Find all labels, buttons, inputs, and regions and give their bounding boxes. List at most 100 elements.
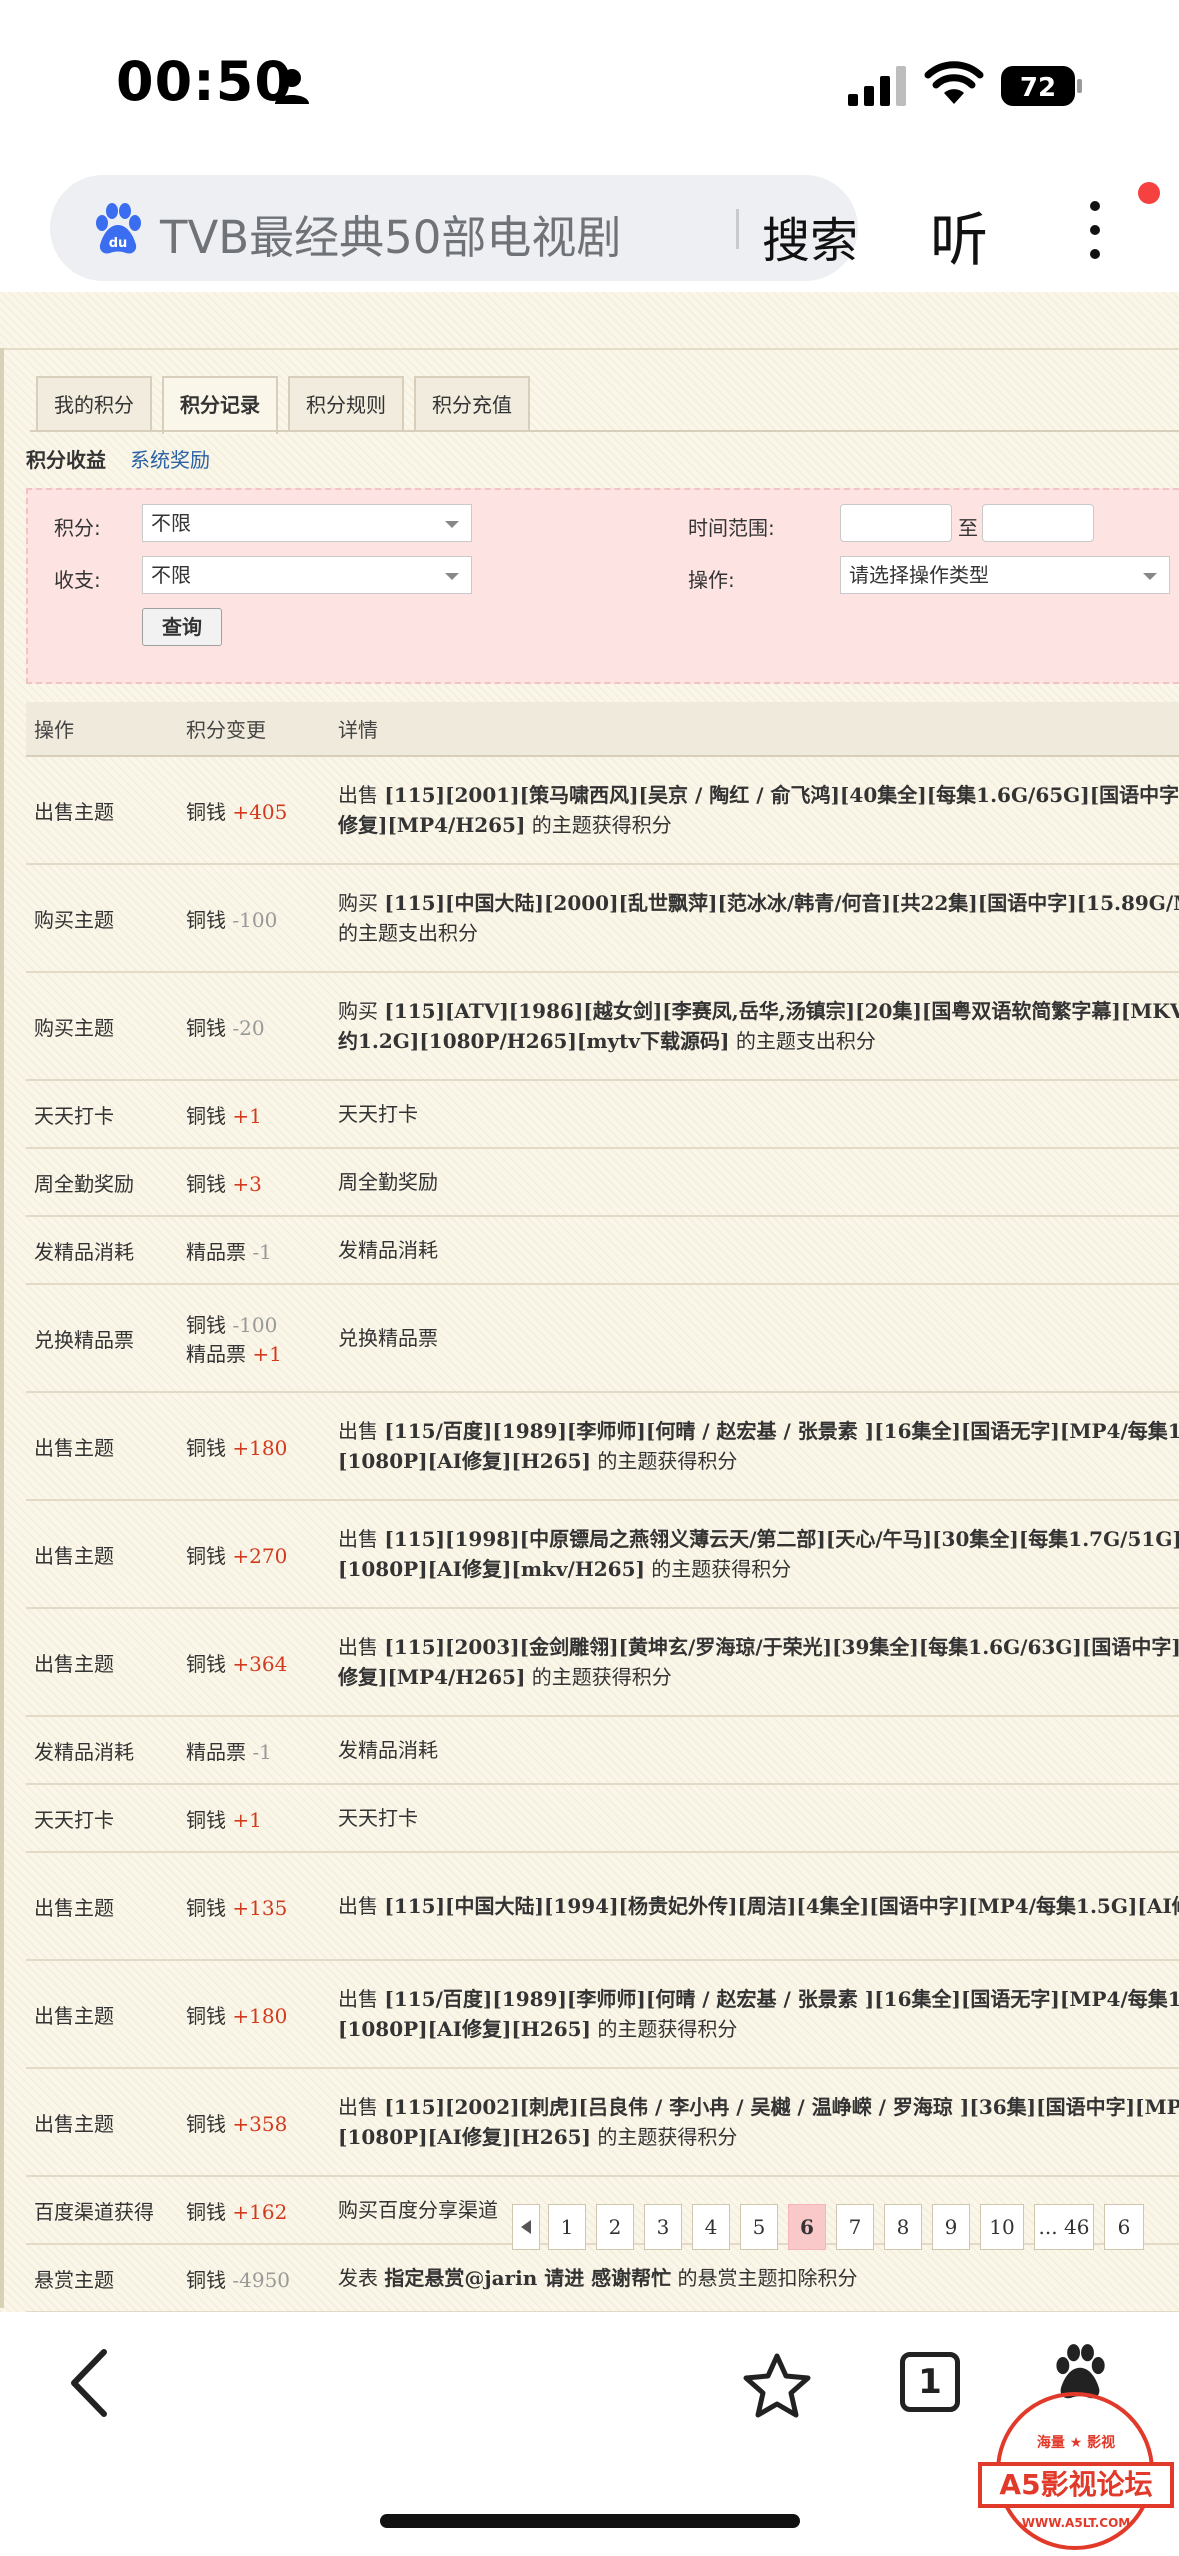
row-points-change: 铜钱 +180 (178, 1960, 330, 2069)
points-amount: -100 (232, 907, 278, 932)
page-link[interactable]: 9 (932, 2204, 970, 2250)
page-link[interactable]: 6 (788, 2204, 826, 2250)
row-operation: 天天打卡 (26, 1784, 178, 1853)
chevron-down-icon (1143, 573, 1157, 580)
detail-thread-link[interactable]: [115][中国大陆][1994][杨贵妃外传][周洁][4集全][国语中字][… (384, 1894, 1179, 1918)
detail-thread-link[interactable]: [115][2001][策马啸西风][吴京 / 陶红 / 俞飞鸿][40集全][… (384, 783, 1179, 807)
tab-my-points[interactable]: 我的积分 (36, 376, 152, 432)
currency-label: 铜钱 (186, 1543, 226, 1568)
page-link[interactable]: ... 46 (1034, 2204, 1094, 2250)
row-points-change: 精品票 -1 (178, 1216, 330, 1285)
row-details: 购买 [115][ATV][1986][越女剑][李赛凤,岳华,汤镇宗][20集… (330, 972, 1179, 1081)
to-label: 至 (958, 516, 978, 540)
row-points-change: 铜钱 +180 (178, 1392, 330, 1501)
tab-points-recharge[interactable]: 积分充值 (414, 376, 530, 432)
subnav-points-income[interactable]: 积分收益 (26, 448, 106, 472)
page-link[interactable]: 10 (980, 2204, 1024, 2250)
currency-label: 铜钱 (186, 2267, 226, 2292)
notification-dot (1138, 182, 1160, 204)
table-row: 出售主题 铜钱 +270 出售 [115][1998][中原镖局之燕翎义薄云天/第二… (26, 1500, 1179, 1609)
browser-search-bar[interactable]: du TVB最经典50部电视剧 搜索 (50, 175, 858, 281)
detail-thread-link[interactable]: [1080P][AI修复][H265] (338, 2125, 591, 2149)
header-points-change: 积分变更 (178, 702, 330, 757)
table-row: 出售主题 铜钱 +358 出售 [115][2002][刺虎][吕良伟 / 李小冉 … (26, 2068, 1179, 2177)
row-points-change: 铜钱 +270 (178, 1500, 330, 1609)
home-indicator[interactable] (380, 2514, 800, 2528)
filter-panel: 积分: 不限 收支: 不限 查询 时间范围: 至 操作: 请选择操作类型 (26, 488, 1179, 684)
detail-thread-link[interactable]: 约1.2G][1080P/H265][mytv下载源码] (338, 1029, 729, 1053)
search-query[interactable]: TVB最经典50部电视剧 (160, 201, 621, 266)
tab-points-rules[interactable]: 积分规则 (288, 376, 404, 432)
back-arrow-icon[interactable] (66, 2348, 110, 2418)
query-button[interactable]: 查询 (142, 608, 222, 646)
row-operation: 悬赏主题 (26, 2244, 178, 2313)
detail-suffix: 的主题获得积分 (525, 813, 672, 837)
row-details: 购买 [115][中国大陆][2000][乱世飘萍][范冰冰/韩青/何音][共2… (330, 864, 1179, 973)
page-link[interactable]: 7 (836, 2204, 874, 2250)
row-points-change: 铜钱 +358 (178, 2068, 330, 2177)
table-row: 天天打卡铜钱 +1天天打卡 (26, 1080, 1179, 1149)
row-points-change: 铜钱 -100 精品票 +1 (178, 1284, 330, 1393)
pagination-prev[interactable] (512, 2204, 540, 2250)
row-details: 出售 [115/百度][1989][李师师][何晴 / 赵宏基 / 张景素 ][… (330, 1960, 1179, 2069)
page-link[interactable]: 2 (596, 2204, 634, 2250)
page-link[interactable]: 3 (644, 2204, 682, 2250)
page-link[interactable]: 8 (884, 2204, 922, 2250)
row-operation: 购买主题 (26, 972, 178, 1081)
detail-thread-link[interactable]: [1080P][AI修复][H265] (338, 2017, 591, 2041)
table-row: 发精品消耗 精品票 -1 发精品消耗 (26, 1716, 1179, 1785)
detail-thread-link[interactable]: [115/百度][1989][李师师][何晴 / 赵宏基 / 张景素 ][16集… (384, 1987, 1179, 2011)
start-date-input[interactable] (840, 504, 952, 542)
operation-select[interactable]: 请选择操作类型 (840, 556, 1170, 594)
row-operation: 出售主题 (26, 1500, 178, 1609)
page-link[interactable]: 5 (740, 2204, 778, 2250)
watermark-url: WWW.A5LT.COM (1021, 2516, 1131, 2530)
points-select[interactable]: 不限 (142, 504, 472, 542)
points-amount: -1 (252, 1239, 272, 1264)
listen-button[interactable]: 听 (930, 193, 988, 277)
detail-thread-link[interactable]: [115][2002][刺虎][吕良伟 / 李小冉 / 吴樾 / 温峥嵘 / 罗… (384, 2095, 1179, 2119)
page-jump-input[interactable]: 6 (1104, 2204, 1144, 2250)
points-records-table: 操作 积分变更 详情 出售主题 铜钱 +405 出售 [115][2001][策马啸… (26, 702, 1179, 2556)
search-button[interactable]: 搜索 (762, 201, 858, 271)
row-points-change: 铜钱 +3 (178, 1148, 330, 1217)
end-date-input[interactable] (982, 504, 1094, 542)
row-details: 发精品消耗 (330, 1716, 1179, 1785)
detail-thread-link[interactable]: 指定悬赏@jarin 请进 感谢帮忙 (384, 2266, 671, 2290)
direction-select[interactable]: 不限 (142, 556, 472, 594)
detail-thread-link[interactable]: [115][1998][中原镖局之燕翎义薄云天/第二部][天心/午马][30集全… (384, 1527, 1179, 1551)
row-points-change: 铜钱 +135 (178, 1852, 330, 1961)
detail-thread-link[interactable]: [1080P][AI修复][mkv/H265] (338, 1557, 645, 1581)
detail-thread-link[interactable]: [1080P][AI修复][H265] (338, 1449, 591, 1473)
watermark-top-text: 海量 ★ 影视 (1036, 2435, 1116, 2451)
points-amount: +270 (232, 1543, 288, 1568)
detail-prefix: 购买 (338, 891, 385, 915)
tab-count-button[interactable]: 1 (900, 2352, 960, 2412)
detail-thread-link[interactable]: 修复][MP4/H265] (338, 1665, 525, 1689)
row-points-change: 铜钱 +364 (178, 1608, 330, 1717)
detail-prefix: 出售 (338, 1894, 385, 1918)
page-link[interactable]: 4 (692, 2204, 730, 2250)
detail-thread-link[interactable]: [115][2003][金剑雕翎][黄坤玄/罗海琼/于荣光][39集全][每集1… (384, 1635, 1179, 1659)
row-details: 出售 [115][2001][策马啸西风][吴京 / 陶红 / 俞飞鸿][40集… (330, 756, 1179, 865)
detail-suffix: 的主题支出积分 (338, 921, 478, 945)
currency-label: 精品票 (186, 1739, 246, 1764)
battery-level: 72 (1020, 73, 1056, 103)
row-points-change: 铜钱 +1 (178, 1080, 330, 1149)
detail-thread-link[interactable]: [115/百度][1989][李师师][何晴 / 赵宏基 / 张景素 ][16集… (384, 1419, 1179, 1443)
page-link[interactable]: 1 (548, 2204, 586, 2250)
more-menu-icon[interactable] (1080, 198, 1110, 262)
detail-prefix: 出售 (338, 1527, 385, 1551)
detail-thread-link[interactable]: [115][中国大陆][2000][乱世飘萍][范冰冰/韩青/何音][共22集]… (384, 891, 1179, 915)
detail-thread-link[interactable]: [115][ATV][1986][越女剑][李赛凤,岳华,汤镇宗][20集][国… (384, 999, 1179, 1023)
detail-prefix: 购买百度分享渠道 (338, 2198, 498, 2222)
bookmark-star-icon[interactable] (742, 2352, 812, 2418)
row-operation: 出售主题 (26, 2068, 178, 2177)
tab-points-records[interactable]: 积分记录 (162, 376, 278, 434)
subnav-system-rewards[interactable]: 系统奖励 (130, 448, 210, 472)
row-points-change: 铜钱 -20 (178, 972, 330, 1081)
detail-prefix: 出售 (338, 1987, 385, 2011)
points-amount: +1 (232, 1103, 262, 1128)
currency-label: 铜钱 (186, 1651, 226, 1676)
detail-thread-link[interactable]: 修复][MP4/H265] (338, 813, 525, 837)
